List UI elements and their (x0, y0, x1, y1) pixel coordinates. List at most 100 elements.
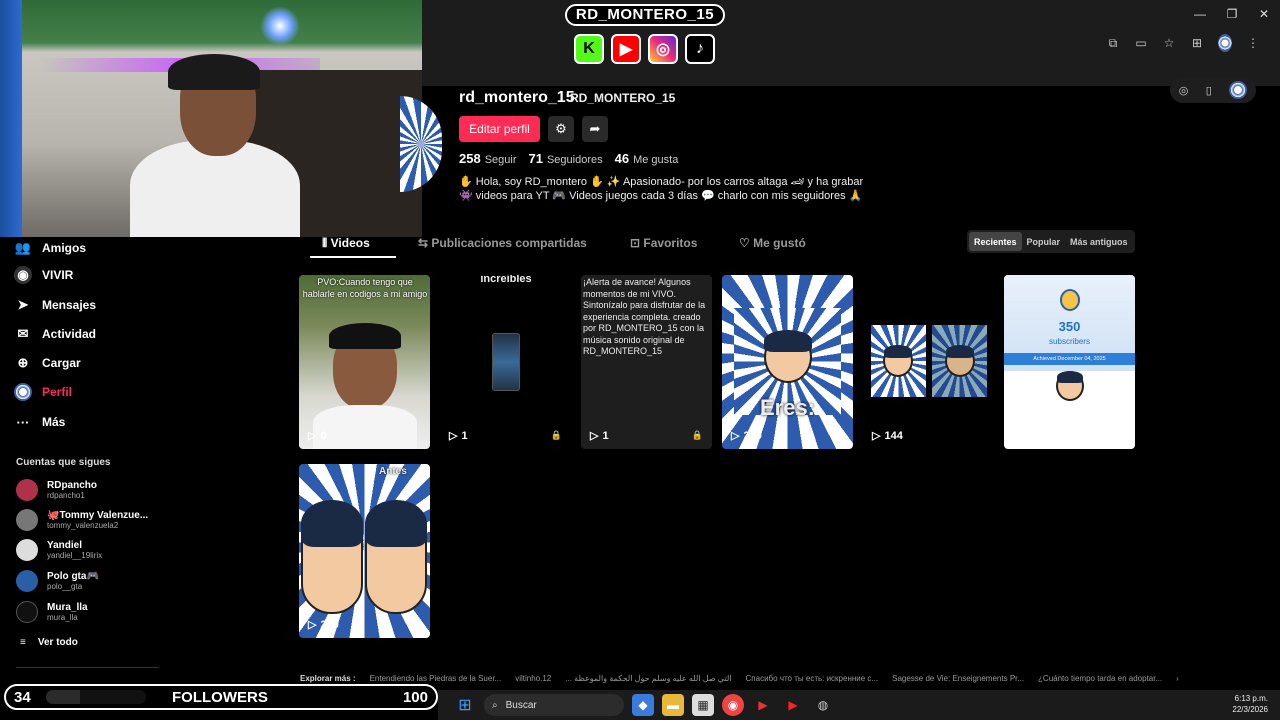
video-card[interactable]: Eres: ▷ 239 (722, 275, 853, 449)
system-clock[interactable]: 6:13 p.m. 22/3/2026 (1232, 693, 1268, 715)
extensions-icon[interactable]: ⊞ (1190, 36, 1204, 50)
sidebar-item-profile[interactable]: Perfil (14, 383, 72, 401)
close-icon[interactable]: ✕ (1248, 0, 1280, 28)
avatar (16, 539, 38, 561)
sidebar-item-label: Amigos (42, 241, 87, 255)
sort-oldest[interactable]: Más antiguos (1065, 232, 1133, 251)
compass-icon[interactable]: ◎ (1179, 84, 1189, 97)
profile-username: rd_montero_15 (459, 89, 575, 106)
view-count: ▷ 0 (308, 429, 327, 443)
play-icon: ▷ (590, 430, 599, 442)
profile-nickname: RD_MONTERO_15 (570, 91, 676, 105)
explore-link[interactable]: Спасибо что ты есть: искренние с... (746, 674, 879, 686)
sidebar-item-live[interactable]: ◉ VIVIR (14, 266, 73, 284)
explore-link[interactable]: Sagesse de Vie: Enseignements Pr... (892, 674, 1024, 686)
sort-popular[interactable]: Popular (1022, 232, 1066, 251)
obs-icon[interactable]: ◍ (812, 694, 834, 716)
following-name: Mura_lla (47, 602, 88, 613)
share-button[interactable]: ➦ (582, 116, 608, 142)
following-item[interactable]: Polo gta🎮 polo__gta (16, 570, 99, 592)
following-handle: polo__gta (47, 582, 83, 591)
stat-followers[interactable]: 71 Seguidores (529, 151, 603, 166)
view-count: ▷ 1 (449, 429, 468, 443)
sidebar-item-label: VIVIR (42, 268, 74, 282)
explore-link[interactable]: viltinho.12 (515, 674, 551, 686)
video-caption: Eres: (759, 395, 816, 420)
plus-icon: ⊕ (17, 355, 29, 370)
followers-goal: 100 (402, 689, 428, 706)
stat-following[interactable]: 258 Seguir (459, 151, 517, 166)
view-count-value: 1 (461, 429, 468, 442)
following-name: Yandiel (47, 540, 83, 551)
windows-start-icon[interactable]: ⊞ (454, 694, 476, 716)
browser-menu-icon[interactable]: ⋮ (1246, 36, 1260, 50)
view-count-value: 1 (602, 429, 609, 442)
video-card[interactable]: PVO:Cuando tengo que hablarle en codigos… (299, 275, 430, 449)
view-count-value: 144 (884, 429, 903, 442)
following-item[interactable]: 🐙Tommy Valenzue... tommy_valenzuela2 (16, 509, 148, 531)
sidebar-item-more[interactable]: ··· Más (14, 413, 66, 431)
profile-avatar[interactable] (400, 96, 442, 192)
video-card[interactable]: ¡Alerta de avance! Algunos momentos de m… (581, 275, 712, 449)
heart-icon: ♡ (739, 236, 750, 250)
share-icon: ➦ (589, 121, 601, 136)
following-name: RDpancho (47, 480, 97, 491)
video-card[interactable]: Antes ▷ 290 (299, 464, 430, 638)
bookmark-star-icon[interactable]: ☆ (1162, 36, 1176, 50)
youtube-app-icon[interactable]: ▶ (782, 694, 804, 716)
sort-recent[interactable]: Recientes (969, 232, 1022, 251)
top-right-tools: ◎ ▯ (1170, 77, 1256, 103)
chevron-right-icon[interactable]: › (1176, 674, 1179, 686)
browser-profile-avatar[interactable] (1218, 34, 1232, 52)
user-avatar[interactable] (1229, 81, 1248, 99)
see-all-button[interactable]: ≡ Ver todo (20, 637, 78, 648)
tab-label: Favoritos (643, 236, 698, 250)
search-placeholder: Buscar (505, 699, 537, 711)
following-name: Polo gta🎮 (47, 571, 99, 582)
play-icon: ▷ (449, 430, 458, 442)
video-caption: ¡Alerta de avance! Algunos momentos de m… (583, 277, 706, 356)
sidebar-item-upload[interactable]: ⊕ Cargar (14, 354, 81, 372)
sidebar-item-friends[interactable]: 👥 Amigos (14, 239, 86, 257)
avatar (16, 479, 38, 501)
file-explorer-icon[interactable]: ▬ (662, 694, 684, 716)
window-controls: — ❐ ✕ (1184, 0, 1280, 28)
sidebar-item-label: Actividad (42, 327, 97, 341)
video-card[interactable]: increíbles ▷ 1 🔒 (440, 275, 571, 449)
explore-link[interactable]: ... التي صل الله عليه وسلم حول الحكمة وا… (565, 674, 731, 686)
video-card[interactable]: 350 subscribers Achieved December 04, 20… (1004, 275, 1135, 449)
avatar (16, 601, 38, 623)
sidebar-item-label: Más (42, 415, 66, 429)
edit-profile-button[interactable]: Editar perfil (459, 116, 540, 142)
sidebar-item-label: Mensajes (42, 298, 97, 312)
translate-icon[interactable]: ⧉ (1106, 36, 1120, 51)
following-item[interactable]: RDpancho rdpancho1 (16, 479, 97, 501)
following-item[interactable]: Yandiel yandiel__19lirix (16, 539, 102, 561)
clock-time: 6:13 p.m. (1234, 694, 1268, 703)
sort-selector: Recientes Popular Más antiguos (967, 230, 1135, 253)
following-item[interactable]: Mura_lla mura_lla (16, 601, 88, 623)
cast-icon[interactable]: ▭ (1134, 36, 1148, 50)
tab-videos[interactable]: ⦀ Videos (322, 236, 370, 251)
clock-date: 22/3/2026 (1232, 705, 1268, 714)
restore-icon[interactable]: ❐ (1216, 0, 1248, 28)
phone-icon[interactable]: ▯ (1206, 84, 1212, 97)
settings-button[interactable]: ⚙ (548, 116, 574, 142)
chrome-icon[interactable]: ◉ (722, 694, 744, 716)
play-icon: ▷ (308, 430, 317, 442)
tab-favorites[interactable]: ⊡ Favoritos (630, 236, 697, 250)
sidebar: 👥 Amigos ◉ VIVIR ➤ Mensajes ✉ Actividad ⊕ Car… (0, 237, 160, 677)
video-card[interactable]: ▷ 144 (863, 275, 994, 449)
view-count: ▷ 290 (308, 618, 339, 632)
sidebar-item-activity[interactable]: ✉ Actividad (14, 325, 96, 343)
profile-stats: 258 Seguir 71 Seguidores 46 Me gusta (459, 151, 678, 166)
taskbar-search[interactable]: ⌕ Buscar (484, 694, 624, 716)
explore-link[interactable]: ¿Cuánto tiempo tarda en adoptar... (1038, 674, 1162, 686)
store-icon[interactable]: ▦ (692, 694, 714, 716)
tab-reposts[interactable]: ⇆ Publicaciones compartidas (418, 236, 587, 250)
minimize-icon[interactable]: — (1184, 0, 1216, 28)
sidebar-item-messages[interactable]: ➤ Mensajes (14, 296, 96, 314)
media-player-icon[interactable]: ▶ (752, 694, 774, 716)
copilot-icon[interactable]: ◆ (632, 694, 654, 716)
tab-liked[interactable]: ♡ Me gustó (739, 236, 806, 250)
